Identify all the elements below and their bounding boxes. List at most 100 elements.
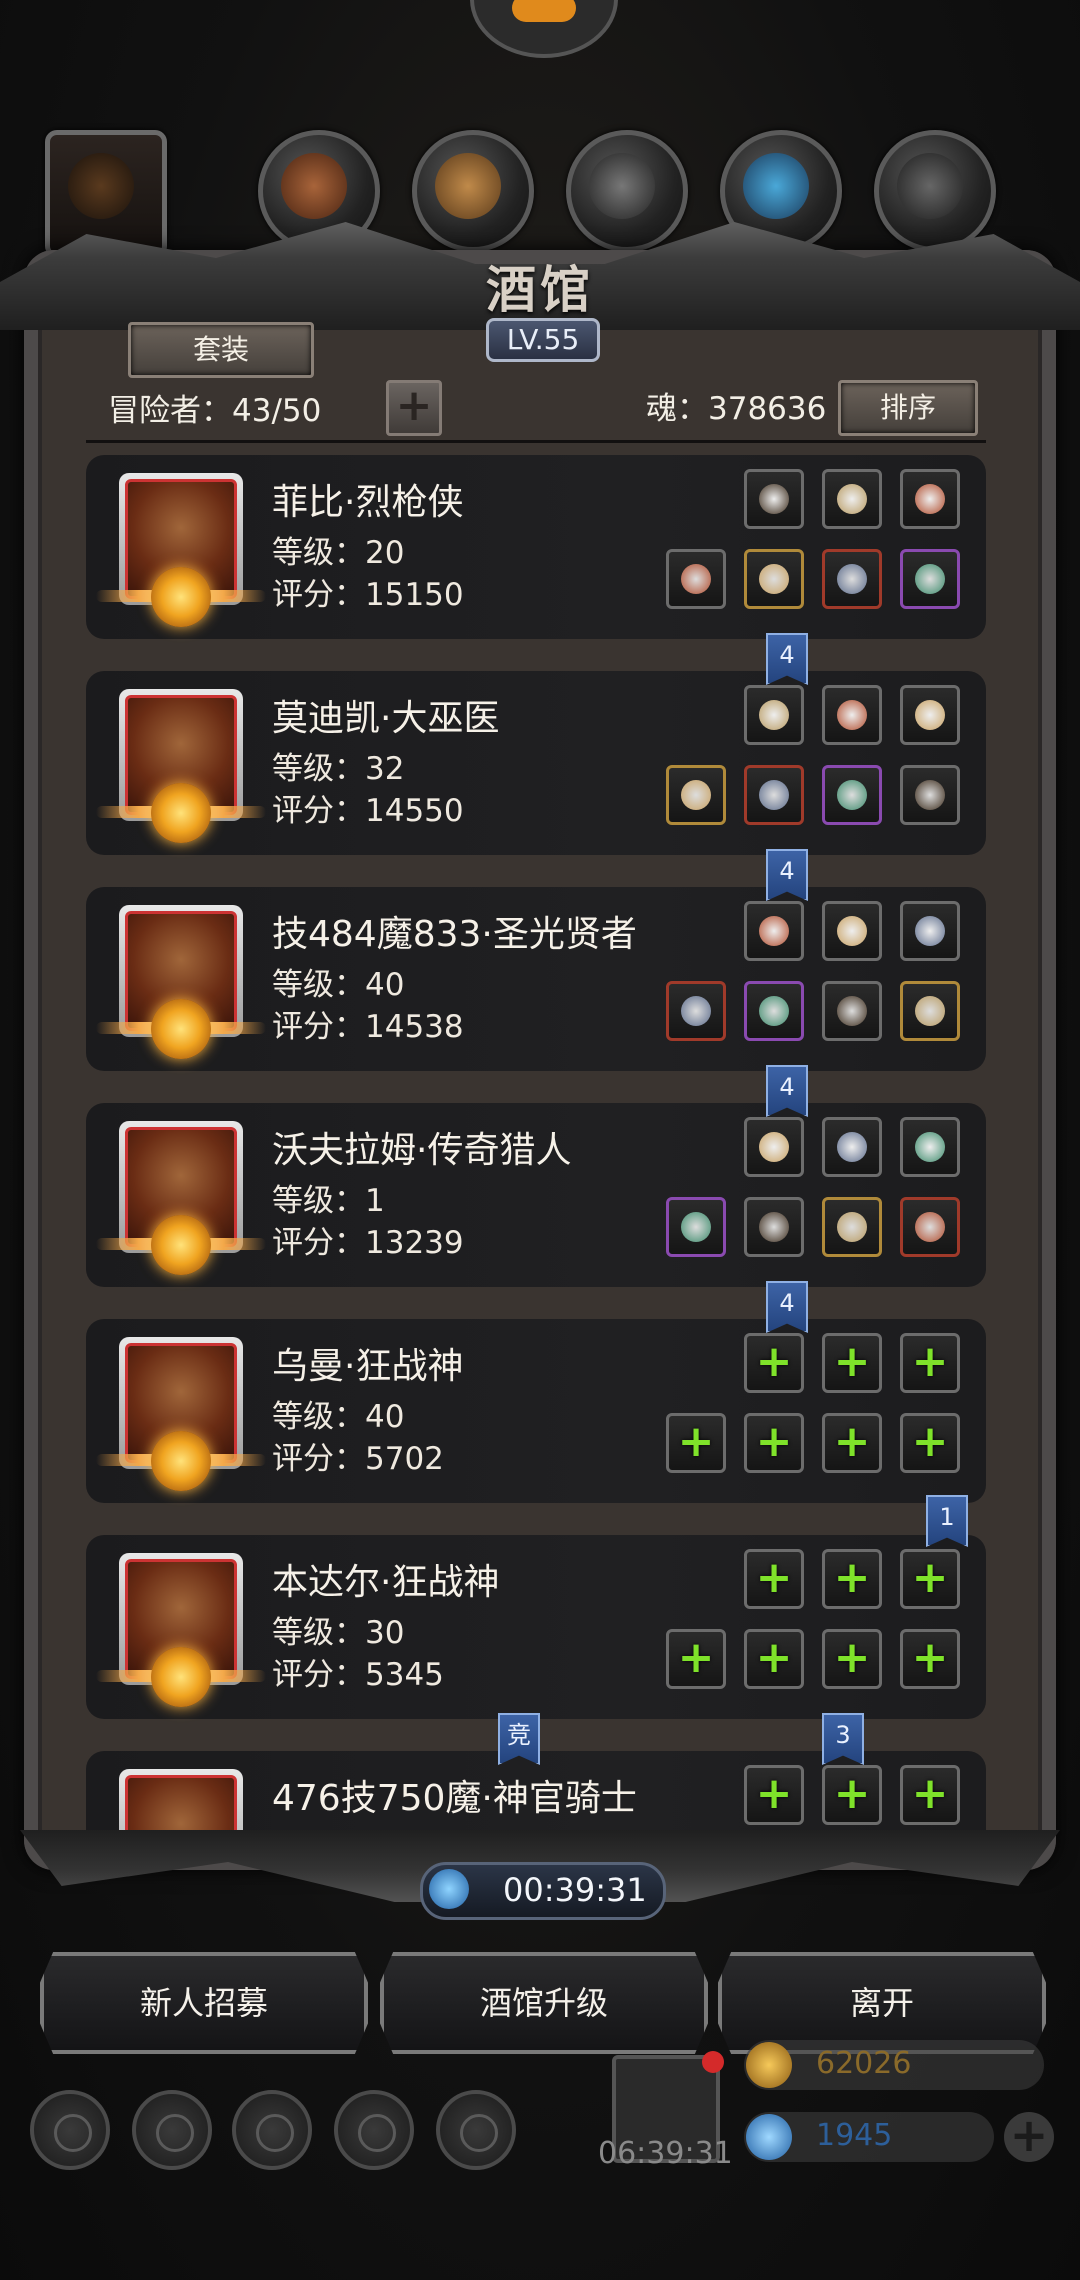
equipment-slot[interactable] (666, 981, 726, 1041)
item-icon (759, 564, 789, 594)
equipment-slot[interactable] (744, 1117, 804, 1177)
equipment-slot[interactable] (900, 901, 960, 961)
equipment-slot[interactable] (900, 1197, 960, 1257)
adventurer-list[interactable]: 菲比·烈枪侠 等级：20 评分：15150 莫迪凯·大巫医 等级：32 评分：14550 技… (86, 455, 986, 1840)
equipment-slot[interactable] (822, 981, 882, 1041)
add-equipment-slot[interactable] (822, 1549, 882, 1609)
equipment-slot[interactable] (900, 469, 960, 529)
adventurer-card[interactable]: 菲比·烈枪侠 等级：20 评分：15150 (86, 455, 986, 639)
adventurer-name: 技484魔833·圣光贤者 (272, 914, 637, 955)
item-icon (837, 916, 867, 946)
add-equipment-slot[interactable] (900, 1629, 960, 1689)
item-icon (681, 780, 711, 810)
add-equipment-slot[interactable] (900, 1333, 960, 1393)
equipment-slot[interactable] (900, 981, 960, 1041)
equipment-slot[interactable] (822, 549, 882, 609)
adventurer-score: 评分：5345 (272, 1657, 444, 1693)
sort-button[interactable]: 排序 (838, 380, 978, 436)
item-icon (759, 780, 789, 810)
add-equipment-slot[interactable] (822, 1765, 882, 1825)
equipment-slot[interactable] (744, 469, 804, 529)
equipment-slot[interactable] (744, 685, 804, 745)
equipment-slot[interactable] (744, 765, 804, 825)
add-equipment-slot[interactable] (822, 1413, 882, 1473)
add-equipment-slot[interactable] (666, 1629, 726, 1689)
adventurer-name: 莫迪凯·大巫医 (272, 698, 500, 739)
gem-icon (746, 2114, 792, 2160)
adventurer-count: 冒险者：43/50 (108, 393, 322, 429)
adventurer-card[interactable]: 莫迪凯·大巫医 等级：32 评分：14550 (86, 671, 986, 855)
add-resource-button[interactable]: + (1004, 2112, 1054, 2162)
timer-text: 00:39:31 (503, 1871, 647, 1909)
recruit-button[interactable]: 新人招募 (40, 1952, 368, 2054)
mail-icon[interactable] (334, 2090, 414, 2170)
tab-wood[interactable] (412, 130, 534, 252)
add-equipment-slot[interactable] (822, 1629, 882, 1689)
adventurer-level: 等级：1 (272, 1183, 385, 1219)
adventurer-score: 评分：14550 (272, 793, 464, 829)
item-icon (759, 700, 789, 730)
tab-ore[interactable] (874, 130, 996, 252)
item-icon (759, 996, 789, 1026)
equipment-slot[interactable] (744, 901, 804, 961)
rank-badge-icon (151, 1215, 211, 1275)
equipment-slot[interactable] (900, 765, 960, 825)
equipment-slot[interactable] (822, 469, 882, 529)
add-equipment-slot[interactable] (900, 1765, 960, 1825)
shop-icon[interactable] (436, 2090, 516, 2170)
adventurer-name: 菲比·烈枪侠 (272, 482, 464, 523)
item-icon (837, 484, 867, 514)
adventurer-level: 等级：40 (272, 967, 405, 1003)
equipment-slot[interactable] (822, 1117, 882, 1177)
equipment-slot[interactable] (822, 685, 882, 745)
tab-stone[interactable] (566, 130, 688, 252)
adventurer-name: 476技750魔·神官骑士 (272, 1778, 637, 1819)
adventurer-card[interactable]: 476技750魔·神官骑士等级 (86, 1751, 986, 1840)
equipment-slot[interactable] (666, 765, 726, 825)
add-equipment-slot[interactable] (744, 1333, 804, 1393)
item-icon (759, 1212, 789, 1242)
add-equipment-slot[interactable] (744, 1765, 804, 1825)
item-icon (837, 1212, 867, 1242)
equipment-slot[interactable] (822, 1197, 882, 1257)
refresh-timer: 00:39:31 (420, 1862, 666, 1920)
equipment-slot[interactable] (900, 549, 960, 609)
adventurer-name: 乌曼·狂战神 (272, 1346, 464, 1387)
item-icon (681, 564, 711, 594)
leave-button[interactable]: 离开 (718, 1952, 1046, 2054)
item-icon (915, 996, 945, 1026)
achievement-icon[interactable] (132, 2090, 212, 2170)
add-equipment-slot[interactable] (744, 1629, 804, 1689)
adventurer-card[interactable]: 乌曼·狂战神 等级：40 评分：5702 (86, 1319, 986, 1503)
equipment-slot[interactable] (666, 1197, 726, 1257)
equipment-slot[interactable] (744, 1197, 804, 1257)
add-equipment-slot[interactable] (822, 1333, 882, 1393)
item-icon (915, 564, 945, 594)
expand-capacity-button[interactable]: + (386, 380, 442, 436)
adventurer-card[interactable]: 本达尔·狂战神 等级：30 评分：5345 (86, 1535, 986, 1719)
adventurer-card[interactable]: 技484魔833·圣光贤者 等级：40 评分：14538 (86, 887, 986, 1071)
add-equipment-slot[interactable] (900, 1413, 960, 1473)
rank-badge-icon (151, 1647, 211, 1707)
upgrade-tavern-button[interactable]: 酒馆升级 (380, 1952, 708, 2054)
item-icon (837, 1132, 867, 1162)
adventurer-portrait[interactable] (119, 1769, 243, 1840)
add-equipment-slot[interactable] (744, 1549, 804, 1609)
rank-badge-icon (151, 783, 211, 843)
equipment-slot[interactable] (900, 685, 960, 745)
settings-icon[interactable] (30, 2090, 110, 2170)
equipment-slot[interactable] (744, 981, 804, 1041)
equipment-slot[interactable] (744, 549, 804, 609)
add-equipment-slot[interactable] (666, 1413, 726, 1473)
add-equipment-slot[interactable] (744, 1413, 804, 1473)
guild-icon[interactable] (232, 2090, 312, 2170)
adventurer-level: 等级：40 (272, 1399, 405, 1435)
add-equipment-slot[interactable] (900, 1549, 960, 1609)
adventurer-card[interactable]: 沃夫拉姆·传奇猎人 等级：1 评分：13239 (86, 1103, 986, 1287)
item-icon (915, 1132, 945, 1162)
set-button[interactable]: 套装 (128, 322, 314, 378)
equipment-slot[interactable] (822, 901, 882, 961)
equipment-slot[interactable] (822, 765, 882, 825)
equipment-slot[interactable] (900, 1117, 960, 1177)
equipment-slot[interactable] (666, 549, 726, 609)
